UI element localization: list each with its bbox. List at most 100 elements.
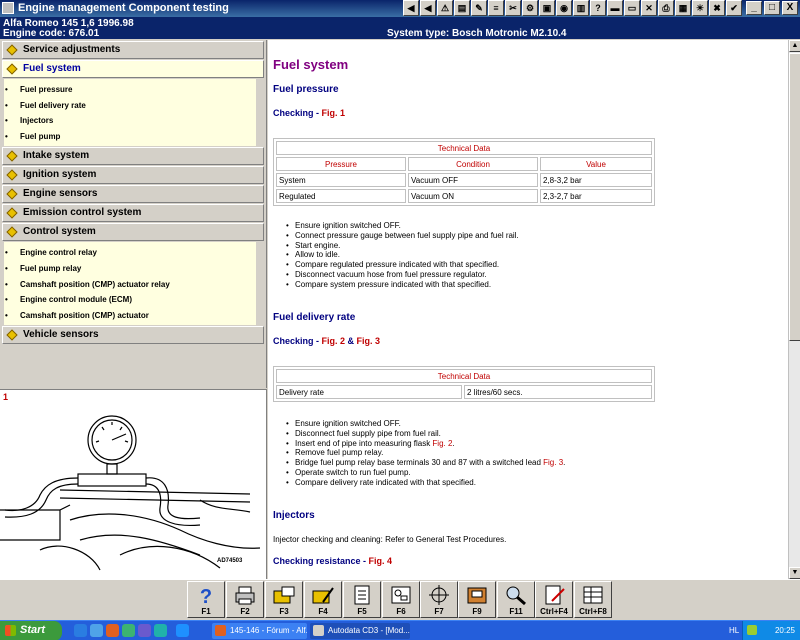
checking-label: Checking - (273, 336, 322, 346)
camera-icon[interactable]: ◉ (556, 0, 572, 16)
window-title: Engine management Component testing (18, 2, 229, 14)
sidebar-item[interactable]: Camshaft position (CMP) actuator (4, 308, 256, 324)
fig-1-link[interactable]: Fig. 1 (322, 108, 346, 118)
fkey-f2-button[interactable]: F2 (226, 581, 264, 618)
print-icon[interactable]: ⎙ (658, 0, 674, 16)
close-button[interactable]: X (782, 1, 798, 15)
quicklaunch-app-icon[interactable] (122, 624, 135, 637)
language-indicator[interactable]: HL (729, 626, 739, 635)
table-cell: Regulated (276, 189, 406, 203)
scroll-thumb[interactable] (789, 53, 800, 341)
content-scrollbar[interactable]: ▲ ▼ (788, 40, 800, 579)
list-item: Disconnect fuel supply pipe from fuel ra… (286, 429, 565, 439)
disk-icon[interactable]: ▣ (539, 0, 555, 16)
sun-icon[interactable]: ☀ (692, 0, 708, 16)
forward-icon[interactable]: ◀ (420, 0, 436, 16)
help-icon[interactable]: ? (590, 0, 606, 16)
grid-icon[interactable]: ▦ (675, 0, 691, 16)
taskbar-item-forum[interactable]: 145-146 - Fórum - Alf... (212, 623, 307, 639)
list-icon[interactable]: ≡ (488, 0, 504, 16)
start-button[interactable]: Start (0, 621, 62, 640)
sidebar-item[interactable]: Camshaft position (CMP) actuator relay (4, 277, 256, 293)
close-icon[interactable]: ✖ (709, 0, 725, 16)
fkey-ctrl-f4-button[interactable]: Ctrl+F4 (535, 581, 573, 618)
fkey-label: F1 (201, 607, 211, 616)
car-alt-icon[interactable]: ▭ (624, 0, 640, 16)
tools-icon[interactable]: ✕ (641, 0, 657, 16)
step-text: Bridge fuel pump relay base terminals 30… (295, 458, 544, 468)
fig-4-link[interactable]: Fig. 4 (369, 556, 393, 566)
sidebar-item[interactable]: Fuel pump relay (4, 261, 256, 277)
fkey-f11-button[interactable]: F11 (497, 581, 535, 618)
wrench-icon[interactable]: ✂ (505, 0, 521, 16)
fkey-f9-button[interactable]: F9 (458, 581, 496, 618)
start-label: Start (20, 624, 46, 636)
book-icon[interactable]: ▥ (573, 0, 589, 16)
vehicle-info-bar: Alfa Romeo 145 1,6 1996.98 Engine code: … (0, 17, 800, 39)
fig-3-link[interactable]: Fig. 3 (543, 458, 563, 467)
fkey-f4-button[interactable]: F4 (304, 581, 342, 618)
sidebar-item[interactable]: Fuel delivery rate (4, 98, 256, 114)
show-desktop-icon[interactable] (74, 624, 87, 637)
fuel-delivery-steps: Ensure ignition switched OFF. Disconnect… (286, 419, 565, 488)
sidebar-item[interactable]: Fuel pressure (4, 82, 256, 98)
sidebar-section-ignition-system[interactable]: Ignition system (2, 166, 264, 185)
fig-2-link[interactable]: Fig. 2 (322, 336, 346, 346)
scroll-down-button[interactable]: ▼ (789, 567, 800, 579)
sidebar-section-label: Ignition system (23, 169, 97, 181)
sidebar-item[interactable]: Engine control module (ECM) (4, 292, 256, 308)
checking-label: Checking - (273, 108, 322, 118)
sidebar-section-emission-control-system[interactable]: Emission control system (2, 204, 264, 223)
internet-explorer-icon[interactable] (90, 624, 103, 637)
sidebar-section-service-adjustments[interactable]: Service adjustments (2, 41, 264, 59)
fkey-f6-button[interactable]: F6 (382, 581, 420, 618)
diamond-arrow-icon (6, 150, 18, 163)
document-icon[interactable]: ▤ (454, 0, 470, 16)
phone-icon (467, 587, 487, 604)
table-cell: 2,8-3,2 bar (540, 173, 652, 187)
list-item: Compare regulated pressure indicated wit… (286, 260, 519, 270)
minimize-button[interactable]: _ (746, 1, 762, 15)
sidebar-item[interactable]: Fuel pump (4, 129, 256, 145)
quicklaunch-app-icon[interactable] (138, 624, 151, 637)
list-item: Operate switch to run fuel pump. (286, 468, 565, 478)
sidebar-section-intake-system[interactable]: Intake system (2, 147, 264, 166)
maximize-button[interactable]: □ (764, 1, 780, 15)
sidebar-section-vehicle-sensors[interactable]: Vehicle sensors (2, 326, 264, 345)
gear-icon[interactable]: ⚙ (522, 0, 538, 16)
sidebar-section-label: Service adjustments (23, 44, 121, 55)
car-icon[interactable]: ▬ (607, 0, 623, 16)
step-end: . (563, 458, 566, 468)
firefox-icon[interactable] (106, 624, 119, 637)
scroll-up-button[interactable]: ▲ (789, 40, 800, 52)
sidebar-section-fuel-system[interactable]: Fuel system (2, 60, 264, 78)
task-label: 145-146 - Fórum - Alf... (230, 626, 307, 635)
back-icon[interactable]: ◀ (403, 0, 419, 16)
fkey-f5-button[interactable]: F5 (343, 581, 381, 618)
sidebar-item[interactable]: Injectors (4, 113, 256, 129)
fig-2-link[interactable]: Fig. 2 (432, 439, 452, 448)
fkey-f3-button[interactable]: F3 (265, 581, 303, 618)
quicklaunch-app-icon[interactable] (176, 624, 189, 637)
doc-check-icon[interactable]: ✔ (726, 0, 742, 16)
tray-icon[interactable] (747, 625, 757, 635)
sidebar-section-engine-sensors[interactable]: Engine sensors (2, 185, 264, 204)
folder-print-icon (273, 586, 295, 604)
fkey-f1-button[interactable]: ? F1 (187, 581, 225, 618)
fig-3-link[interactable]: Fig. 3 (357, 336, 381, 346)
taskbar-item-autodata[interactable]: Autodata CD3 - [Mod... (310, 623, 410, 639)
list-item: Compare delivery rate indicated with tha… (286, 478, 565, 488)
sidebar-item[interactable]: Engine control relay (4, 245, 256, 261)
sidebar-section-label: Engine sensors (23, 188, 98, 200)
tech-data-table-pressure: Technical Data Pressure Condition Value … (273, 138, 655, 206)
fkey-ctrl-f8-button[interactable]: Ctrl+F8 (574, 581, 612, 618)
warning-icon[interactable]: ⚠ (437, 0, 453, 16)
figure-number: 1 (3, 392, 9, 402)
quicklaunch-app-icon[interactable] (154, 624, 167, 637)
fkey-label: Ctrl+F8 (579, 607, 607, 616)
edit-icon[interactable]: ✎ (471, 0, 487, 16)
system-tray: HL 20:25 (729, 621, 800, 640)
fkey-f7-button[interactable]: F7 (420, 581, 458, 618)
fkey-label: Ctrl+F4 (540, 607, 568, 616)
sidebar-section-control-system[interactable]: Control system (2, 223, 264, 242)
